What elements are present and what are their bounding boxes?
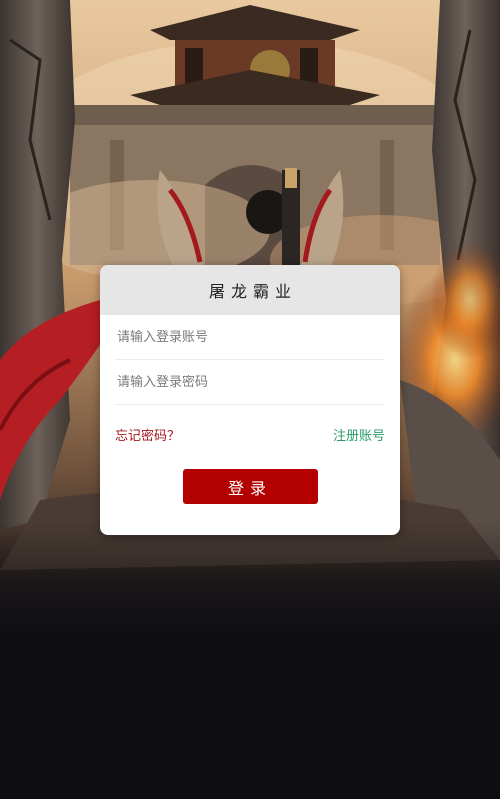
account-field-row xyxy=(115,315,385,360)
game-title: 屠龙霸业 xyxy=(208,282,297,301)
register-link[interactable]: 注册账号 xyxy=(333,425,385,444)
password-input[interactable] xyxy=(115,374,385,390)
login-card: 屠龙霸业 忘记密码？ 注册账号 登录 xyxy=(100,265,400,535)
login-page: 屠龙霸业 忘记密码？ 注册账号 登录 xyxy=(0,0,500,799)
login-button[interactable]: 登录 xyxy=(182,469,318,504)
forgot-password-link[interactable]: 忘记密码？ xyxy=(115,425,180,444)
auth-links: 忘记密码？ 注册账号 xyxy=(115,425,385,444)
account-input[interactable] xyxy=(115,329,385,345)
login-card-header: 屠龙霸业 xyxy=(100,265,400,315)
password-field-row xyxy=(115,360,385,405)
submit-area: 登录 xyxy=(100,469,400,504)
